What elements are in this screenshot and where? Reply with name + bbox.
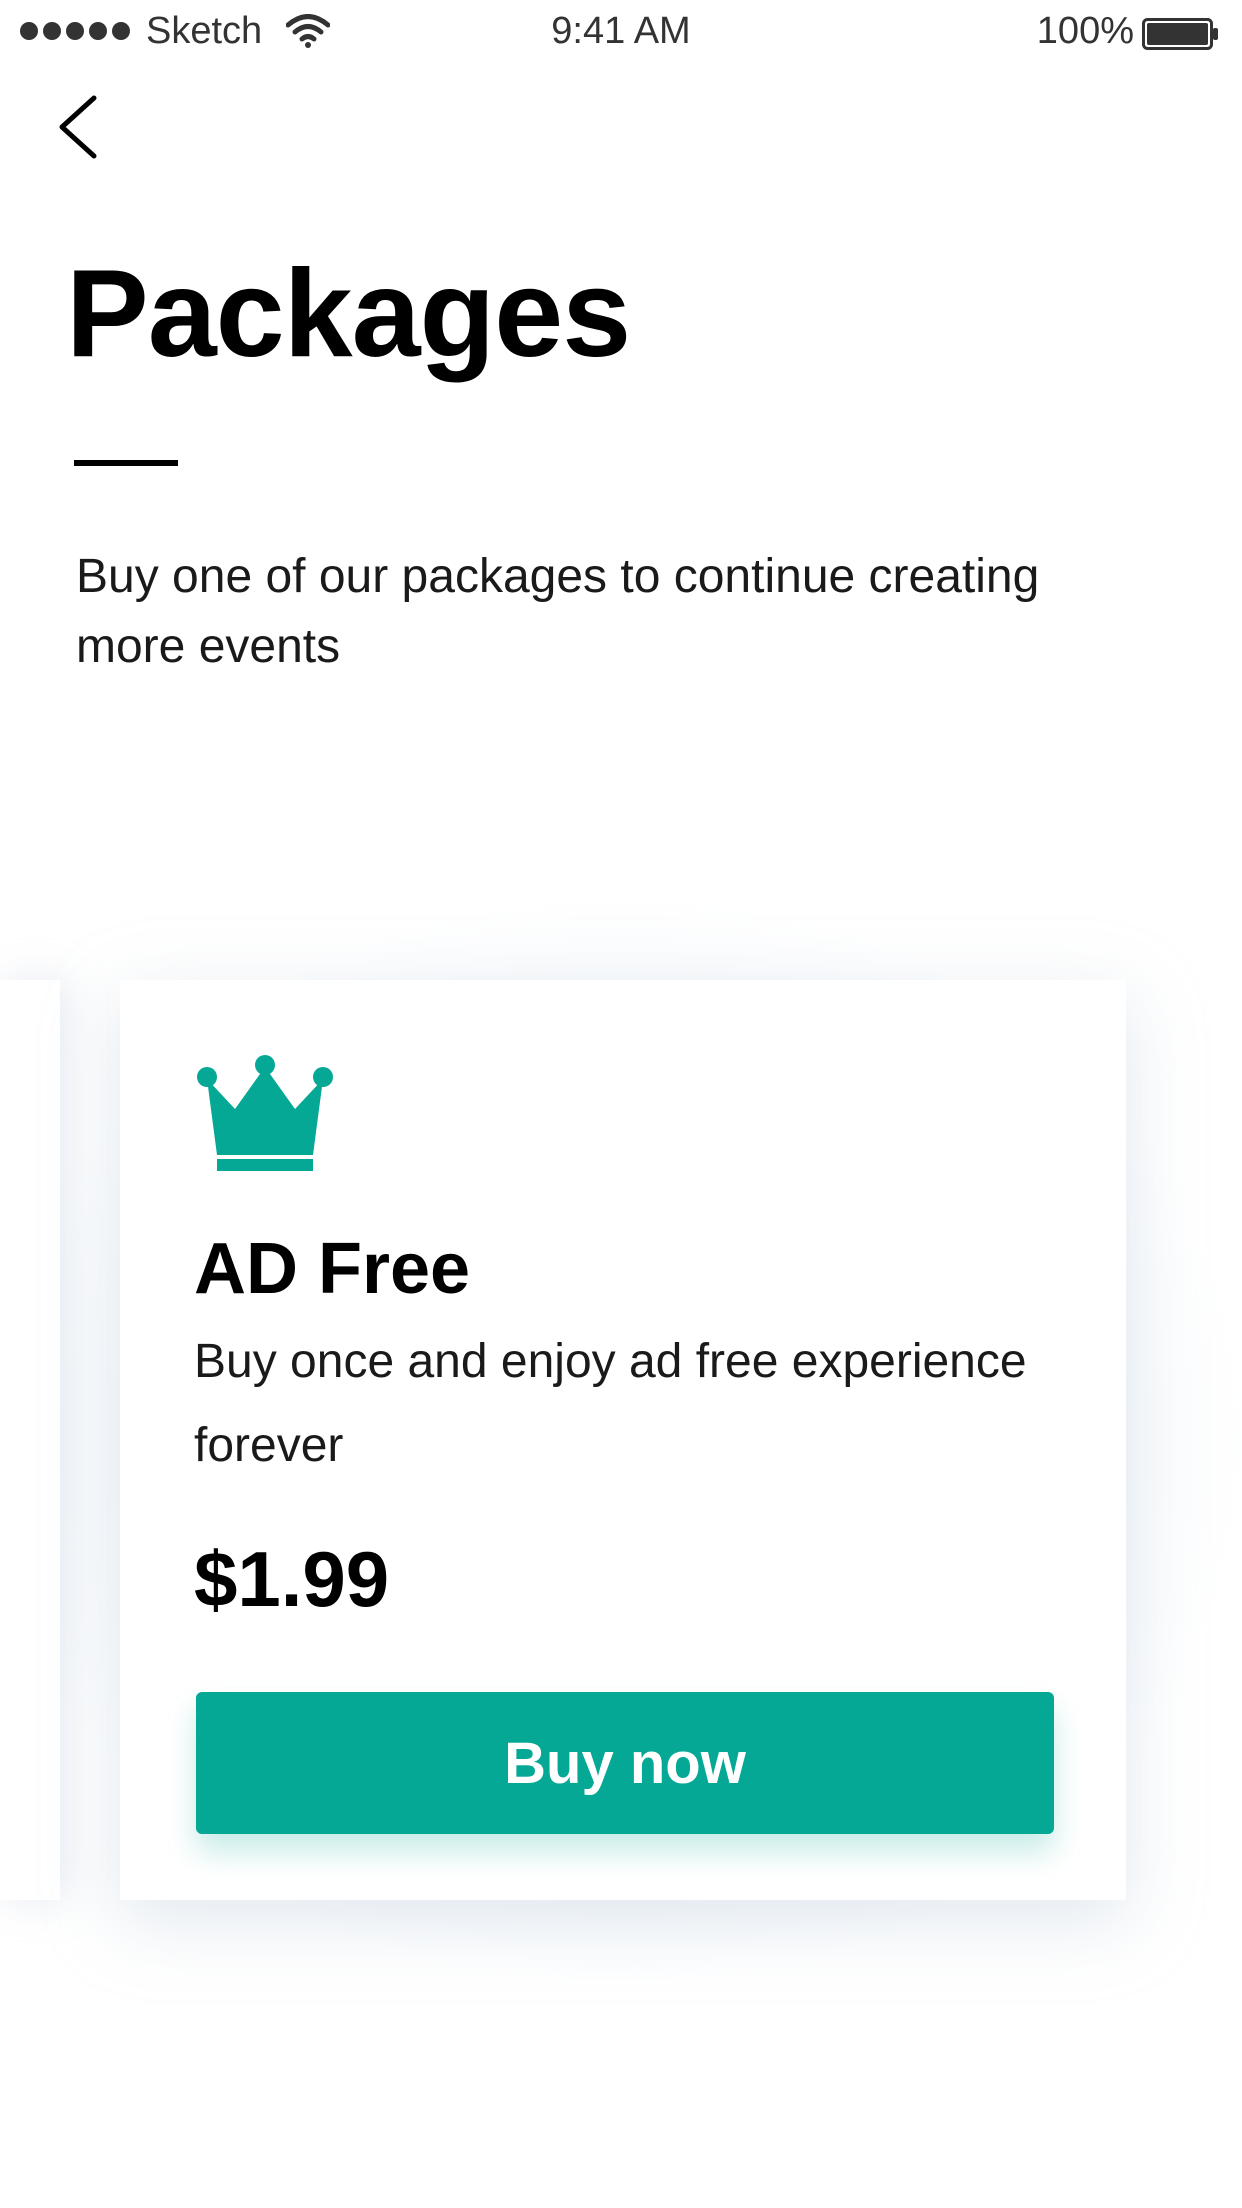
package-description: Buy once and enjoy ad free experience fo… xyxy=(194,1335,1027,1472)
package-carousel[interactable]: AD Free Buy once and enjoy ad free exper… xyxy=(0,900,1242,1980)
crown-icon xyxy=(197,1055,333,1171)
title-divider xyxy=(74,460,178,466)
package-price: $1.99 xyxy=(194,1535,390,1623)
battery-percentage: 100% xyxy=(1036,10,1134,52)
buy-now-button[interactable]: Buy now xyxy=(196,1692,1054,1834)
battery-icon xyxy=(1142,18,1218,50)
chevron-left-icon xyxy=(59,95,97,159)
package-card: AD Free Buy once and enjoy ad free exper… xyxy=(120,980,1126,1900)
back-button[interactable] xyxy=(52,92,112,162)
page-subtitle: Buy one of our packages to continue crea… xyxy=(76,550,1040,673)
previous-package-card[interactable] xyxy=(0,980,60,1900)
status-bar: Sketch 9:41 AM 100% xyxy=(0,0,1242,60)
package-name: AD Free xyxy=(194,1229,471,1309)
page-title: Packages xyxy=(66,245,631,383)
